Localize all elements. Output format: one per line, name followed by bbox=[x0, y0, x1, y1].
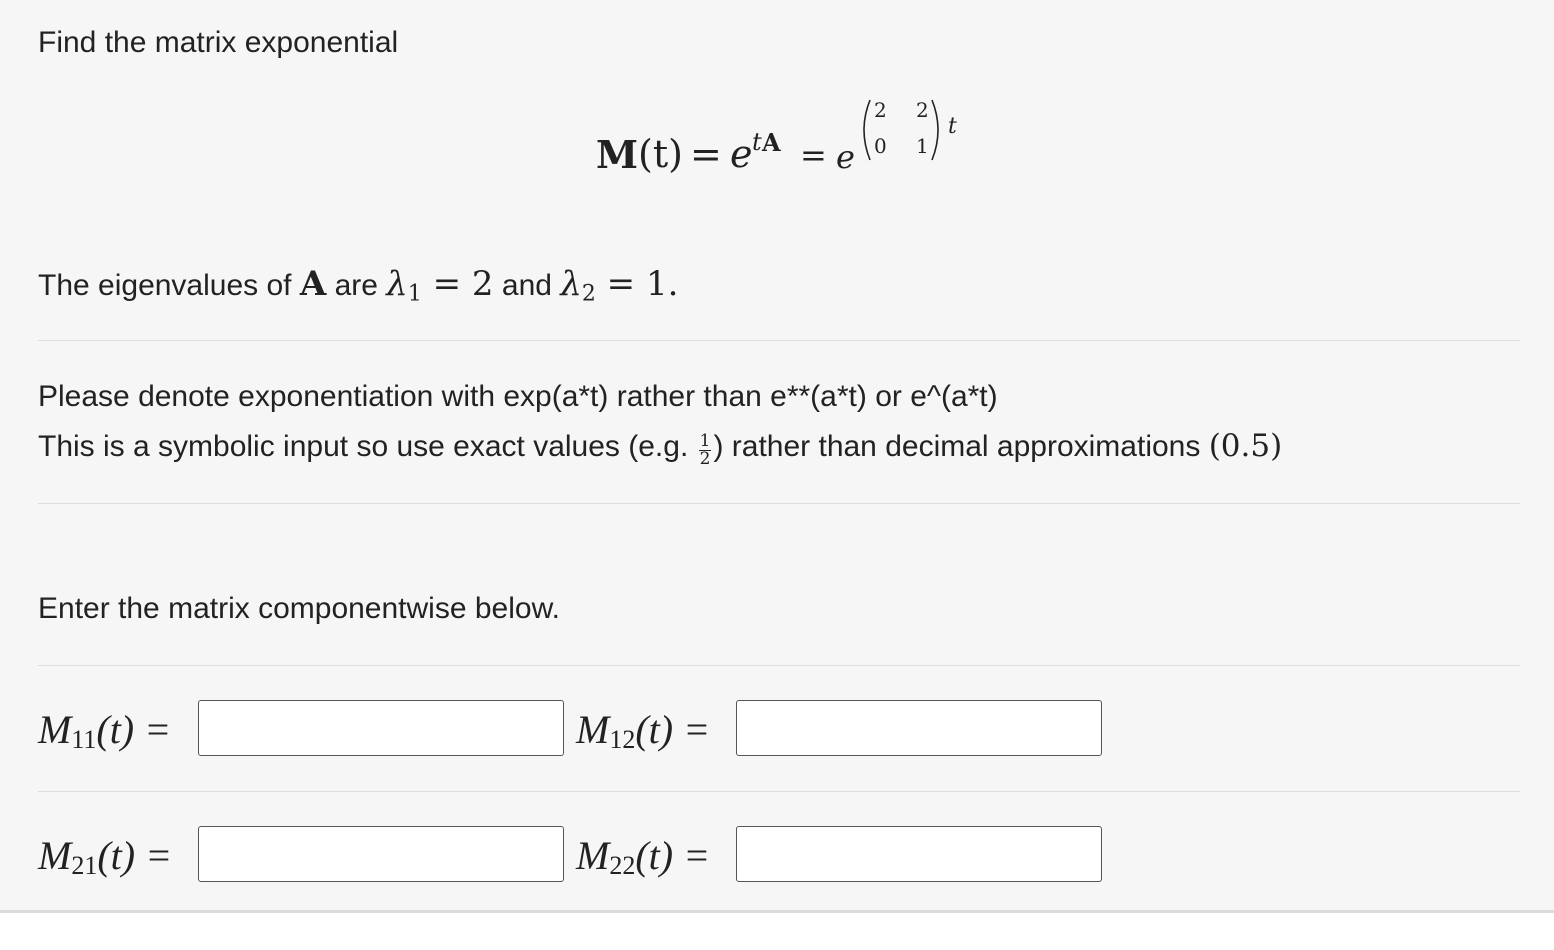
m12-letter: M bbox=[576, 707, 610, 752]
m11-input[interactable] bbox=[198, 700, 564, 756]
m12-tail: (t) = bbox=[635, 707, 711, 752]
instruction-exponentiation: Please denote exponentiation with exp(a*… bbox=[38, 380, 998, 413]
lambda-2-value: = 1. bbox=[595, 264, 679, 304]
formula-exp-outer-t: t bbox=[948, 114, 957, 139]
m12-subscript: 12 bbox=[609, 725, 636, 755]
lambda-1-symbol: λ bbox=[386, 264, 408, 304]
matrix-a21: 0 bbox=[874, 134, 887, 158]
eigen-and: and bbox=[493, 269, 561, 302]
lambda-1-value: = 2 bbox=[421, 264, 494, 304]
m21-letter: M bbox=[38, 833, 72, 878]
m21-input[interactable] bbox=[198, 826, 564, 882]
m21-label: M21(t) = bbox=[38, 832, 172, 881]
m21-tail: (t) = bbox=[97, 833, 173, 878]
lambda-2-subscript: 2 bbox=[581, 281, 596, 307]
formula-e-1: e bbox=[730, 132, 753, 176]
m22-label: M22(t) = bbox=[576, 832, 710, 881]
formula-equals-2: = bbox=[800, 136, 827, 174]
eigen-are: are bbox=[326, 269, 387, 302]
formula-exp-t: t bbox=[752, 128, 762, 156]
m22-tail: (t) = bbox=[635, 833, 711, 878]
formula-e-2: e bbox=[836, 138, 855, 176]
m11-subscript: 11 bbox=[71, 725, 97, 755]
eigenvalues-statement: The eigenvalues of A are λ1 = 2 and λ2 =… bbox=[38, 264, 678, 307]
matrix-a12: 2 bbox=[916, 98, 929, 122]
formula-args: (t) bbox=[638, 132, 683, 176]
matrix-a11: 2 bbox=[874, 98, 887, 122]
divider-4 bbox=[38, 791, 1520, 792]
lambda-2-symbol: λ bbox=[560, 264, 582, 304]
formula-equals-1: = bbox=[690, 132, 722, 176]
exponent-matrix: 2 2 0 1 bbox=[858, 94, 944, 166]
m12-input[interactable] bbox=[736, 700, 1102, 756]
m12-label: M12(t) = bbox=[576, 706, 710, 755]
divider-1 bbox=[38, 340, 1520, 341]
m11-tail: (t) = bbox=[96, 707, 172, 752]
m22-subscript: 22 bbox=[609, 851, 636, 881]
matrix-exponential-formula: M (t) = e t A = e 2 2 0 1 t bbox=[596, 98, 976, 200]
question-card: Find the matrix exponential M (t) = e t … bbox=[0, 0, 1554, 913]
eigen-prefix: The eigenvalues of bbox=[38, 269, 300, 302]
question-prompt: Find the matrix exponential bbox=[38, 26, 399, 59]
lambda-1-subscript: 1 bbox=[407, 281, 422, 307]
fraction-one-half: 12 bbox=[698, 430, 712, 469]
formula-M: M bbox=[596, 132, 639, 177]
divider-2 bbox=[38, 503, 1520, 504]
matrix-parentheses-graphic bbox=[863, 99, 939, 161]
instruction-exact-text-b: ) rather than decimal approximations bbox=[713, 430, 1209, 463]
m11-label: M11(t) = bbox=[38, 706, 171, 755]
matrix-a22: 1 bbox=[916, 134, 929, 158]
formula-exp-A: A bbox=[762, 128, 781, 157]
m22-letter: M bbox=[576, 833, 610, 878]
instruction-exact-text-a: This is a symbolic input so use exact va… bbox=[38, 430, 697, 463]
instruction-decimal-example: (0.5) bbox=[1208, 428, 1283, 464]
divider-3 bbox=[38, 665, 1520, 666]
m22-input[interactable] bbox=[736, 826, 1102, 882]
instruction-exact-values: This is a symbolic input so use exact va… bbox=[38, 428, 1282, 468]
fraction-denominator: 2 bbox=[699, 448, 711, 469]
m11-letter: M bbox=[38, 707, 72, 752]
eigen-matrix-name: A bbox=[299, 264, 327, 304]
enter-componentwise-label: Enter the matrix componentwise below. bbox=[38, 592, 560, 625]
fraction-numerator: 1 bbox=[698, 430, 712, 451]
m21-subscript: 21 bbox=[71, 851, 98, 881]
